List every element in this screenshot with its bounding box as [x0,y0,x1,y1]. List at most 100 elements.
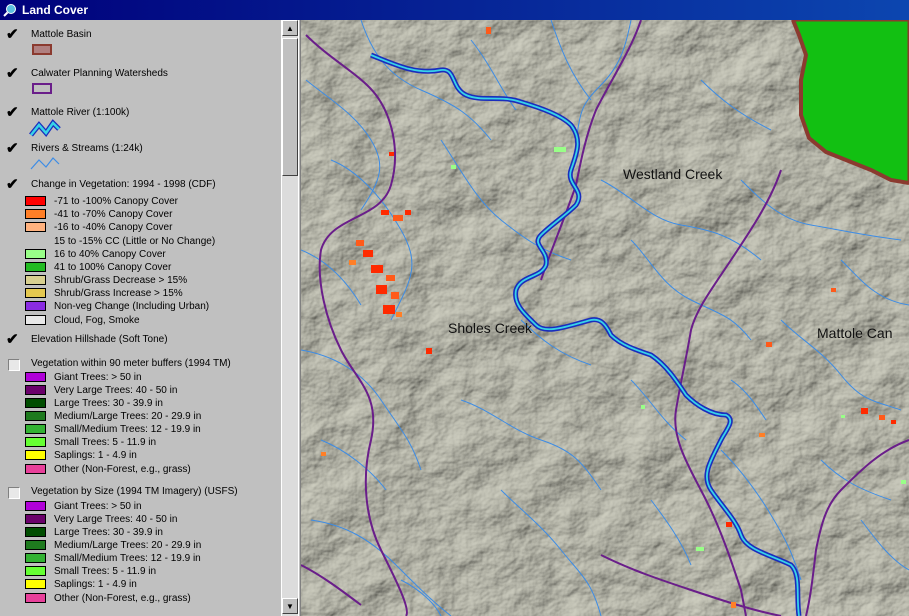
legend-class: Non-veg Change (Including Urban) [25,300,209,312]
watershed-symbol [32,83,52,94]
map-label-westland-creek: Westland Creek [623,166,723,182]
legend-class: Large Trees: 30 - 39.9 in [25,397,163,409]
class-swatch [25,566,46,576]
legend-class: 16 to 40% Canopy Cover [25,248,166,260]
theme-checkbox[interactable] [6,64,19,82]
legend-class: Shrub/Grass Decrease > 15% [25,274,187,286]
class-label: Small Trees: 5 - 11.9 in [54,565,157,577]
legend-class: Other (Non-Forest, e.g., grass) [25,592,191,604]
class-swatch [25,262,46,272]
theme-label: Calwater Planning Watersheds [31,68,168,79]
theme-checkbox[interactable] [6,139,19,157]
legend-class: Small Trees: 5 - 11.9 in [25,565,156,577]
class-swatch [25,411,46,421]
class-swatch [25,249,46,259]
theme-label: Mattole Basin [31,29,92,40]
class-swatch [25,553,46,563]
legend-class: -16 to -40% Canopy Cover [25,221,172,233]
class-label: Very Large Trees: 40 - 50 in [54,384,178,396]
map-label-sholes-creek: Sholes Creek [448,320,533,336]
class-label: Medium/Large Trees: 20 - 29.9 in [54,539,202,551]
class-label: Small Trees: 5 - 11.9 in [54,436,157,448]
class-swatch [25,385,46,395]
map-canvas[interactable] [301,20,909,616]
class-swatch [25,196,46,206]
class-swatch [25,236,46,246]
scroll-up-arrow-icon[interactable]: ▲ [282,20,298,36]
class-swatch [25,209,46,219]
class-label: Giant Trees: > 50 in [54,371,142,383]
legend-class: 41 to 100% Canopy Cover [25,261,171,273]
class-label: Cloud, Fog, Smoke [54,314,140,326]
legend-class: Large Trees: 30 - 39.9 in [25,526,163,538]
river-symbol [29,119,61,138]
class-label: -71 to -100% Canopy Cover [54,195,178,207]
class-label: Shrub/Grass Decrease > 15% [54,274,188,286]
class-label: Saplings: 1 - 4.9 in [54,578,137,590]
class-swatch [25,464,46,474]
class-swatch [25,593,46,603]
legend-class: Other (Non-Forest, e.g., grass) [25,463,191,475]
class-swatch [25,222,46,232]
legend-scrollbar[interactable]: ▲ ▼ [281,20,298,616]
theme-checkbox[interactable] [6,25,19,43]
legend-class: Small/Medium Trees: 12 - 19.9 in [25,423,201,435]
class-swatch [25,579,46,589]
scroll-down-arrow-icon[interactable]: ▼ [282,598,298,614]
class-swatch [25,301,46,311]
class-swatch [25,527,46,537]
legend-class: Medium/Large Trees: 20 - 29.9 in [25,539,201,551]
class-label: Non-veg Change (Including Urban) [54,300,210,312]
theme-checkbox[interactable] [6,175,19,193]
theme-checkbox[interactable] [8,359,20,371]
legend-class: Very Large Trees: 40 - 50 in [25,384,177,396]
class-label: Large Trees: 30 - 39.9 in [54,397,163,409]
legend-class: 15 to -15% CC (Little or No Change) [25,235,215,247]
class-swatch [25,398,46,408]
class-label: Saplings: 1 - 4.9 in [54,449,137,461]
legend-class: Cloud, Fog, Smoke [25,314,140,326]
theme-label: Vegetation by Size (1994 TM Imagery) (US… [31,486,238,497]
scroll-thumb[interactable] [282,38,298,176]
theme-label: Change in Vegetation: 1994 - 1998 (CDF) [31,179,216,190]
legend-panel: Mattole Basin Calwater Planning Watershe… [0,20,282,616]
map-label-mattole-canyon: Mattole Can [817,325,893,341]
theme-checkbox[interactable] [6,330,19,348]
legend-class: Giant Trees: > 50 in [25,500,142,512]
theme-label: Mattole River (1:100k) [31,107,130,118]
window-titlebar[interactable]: Land Cover [0,0,909,20]
class-label: 16 to 40% Canopy Cover [54,248,166,260]
class-swatch [25,372,46,382]
theme-checkbox[interactable] [6,103,19,121]
class-swatch [25,514,46,524]
class-label: 15 to -15% CC (Little or No Change) [54,235,216,247]
basin-symbol [32,44,52,55]
legend-class: Saplings: 1 - 4.9 in [25,578,137,590]
legend-class: Small/Medium Trees: 12 - 19.9 in [25,552,201,564]
class-label: Small/Medium Trees: 12 - 19.9 in [54,423,201,435]
class-swatch [25,450,46,460]
class-label: -16 to -40% Canopy Cover [54,221,173,233]
class-label: Other (Non-Forest, e.g., grass) [54,463,191,475]
legend-class: -71 to -100% Canopy Cover [25,195,178,207]
class-label: Very Large Trees: 40 - 50 in [54,513,178,525]
theme-label: Rivers & Streams (1:24k) [31,143,143,154]
class-label: Small/Medium Trees: 12 - 19.9 in [54,552,201,564]
class-swatch [25,288,46,298]
class-swatch [25,501,46,511]
legend-class: Saplings: 1 - 4.9 in [25,449,137,461]
theme-label: Vegetation within 90 meter buffers (1994… [31,358,231,369]
class-swatch [25,540,46,550]
theme-checkbox[interactable] [8,487,20,499]
class-label: -41 to -70% Canopy Cover [54,208,173,220]
legend-class: Small Trees: 5 - 11.9 in [25,436,156,448]
stream-symbol [30,157,60,170]
map-view[interactable]: Westland Creek Sholes Creek Mattole Can [301,20,909,616]
legend-class: Medium/Large Trees: 20 - 29.9 in [25,410,201,422]
legend-class: Giant Trees: > 50 in [25,371,142,383]
class-label: Shrub/Grass Increase > 15% [54,287,183,299]
class-swatch [25,437,46,447]
class-label: Medium/Large Trees: 20 - 29.9 in [54,410,202,422]
class-label: Large Trees: 30 - 39.9 in [54,526,163,538]
theme-label: Elevation Hillshade (Soft Tone) [31,334,168,345]
